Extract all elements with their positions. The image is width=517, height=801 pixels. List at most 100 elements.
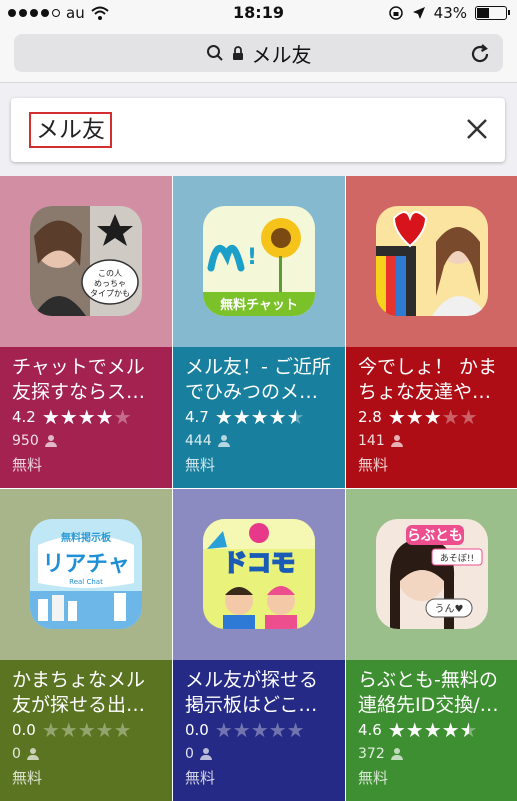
app-tile-header: ドコモ (173, 489, 345, 660)
app-info: チャットでメル友探すならス… 4.2 ★ ★ ★ ★ ★ 950 無料 (0, 347, 172, 488)
star-icon: ★ (214, 405, 233, 429)
star-icon: ★ (423, 718, 442, 742)
app-tile[interactable]: 無料掲示板 リアチャ Real Chat かまちょなメル友が探せる出… 0.0 … (0, 489, 172, 801)
app-icon: ! 無料チャット (203, 206, 315, 316)
app-price: 無料 (12, 456, 43, 474)
star-icon: ★ (214, 718, 233, 742)
app-tile-header (346, 176, 517, 347)
app-price: 無料 (185, 456, 216, 474)
app-title[interactable]: 今でしょ！ かまちょな友達や… (358, 355, 508, 405)
app-icon: らぶとも あそぼ!! うん♥ (376, 519, 488, 629)
app-tile[interactable]: ! 無料チャット メル友！- ご近所でひみつのメ… 4.7 ★ ★ ★ ★ ★ 444 … (173, 176, 345, 488)
location-icon (412, 7, 425, 19)
svg-text:めっちゃ: めっちゃ (94, 279, 126, 288)
app-tile-header: ! 無料チャット (173, 176, 345, 347)
app-tile-header: この人 めっちゃ タイプかも (0, 176, 172, 347)
review-count: 444 (185, 433, 212, 449)
star-icon: ★ (459, 405, 478, 429)
star-icon: ★ (423, 405, 442, 429)
app-tile[interactable]: 今でしょ！ かまちょな友達や… 2.8 ★ ★ ★ ★ ★ 141 無料 (346, 176, 517, 488)
person-icon (390, 435, 403, 447)
app-rating: 4.6 (358, 721, 382, 739)
app-rating: 0.0 (185, 721, 209, 739)
app-info: メル友が探せる掲示板はどこ… 0.0 ★ ★ ★ ★ ★ 0 無料 (173, 660, 345, 801)
app-info: らぶとも-無料の連絡先ID交換/… 4.6 ★ ★ ★ ★ ★ 372 無料 (346, 660, 517, 801)
svg-text:!: ! (247, 245, 257, 270)
app-price: 無料 (358, 456, 389, 474)
app-info: 今でしょ！ かまちょな友達や… 2.8 ★ ★ ★ ★ ★ 141 無料 (346, 347, 517, 488)
app-tile[interactable]: この人 めっちゃ タイプかも チャットでメル友探すならス… 4.2 ★ ★ ★ ★ ★ … (0, 176, 172, 488)
rating-stars: ★ ★ ★ ★ ★ (42, 720, 132, 740)
search-query[interactable]: メル友 (29, 112, 112, 148)
grid-divider (0, 488, 517, 489)
star-icon: ★ (59, 718, 78, 742)
app-info: メル友！- ご近所でひみつのメ… 4.7 ★ ★ ★ ★ ★ 444 無料 (173, 347, 345, 488)
app-tile-header: 無料掲示板 リアチャ Real Chat (0, 489, 172, 660)
battery-percent: 43% (433, 4, 467, 22)
app-title[interactable]: チャットでメル友探すならス… (12, 355, 162, 405)
search-icon (206, 45, 223, 61)
rotation-lock-icon (388, 6, 403, 20)
app-tile[interactable]: らぶとも あそぼ!! うん♥ らぶとも-無料の連絡先ID交換/… 4.6 ★ ★ ★… (346, 489, 517, 801)
address-bar[interactable]: メル友 (14, 34, 503, 72)
search-box[interactable]: メル友 (11, 98, 505, 162)
svg-text:無料掲示板: 無料掲示板 (61, 531, 112, 544)
rating-stars: ★ ★ ★ ★ ★ (215, 720, 305, 740)
review-count: 141 (358, 433, 385, 449)
star-icon: ★ (232, 718, 251, 742)
star-icon: ★ (41, 718, 60, 742)
star-icon: ★ (113, 405, 132, 429)
app-price: 無料 (358, 769, 389, 787)
app-icon (376, 206, 488, 316)
svg-text:リアチャ: リアチャ (42, 552, 129, 577)
lock-icon (232, 45, 243, 60)
star-icon: ★ (441, 405, 460, 429)
star-icon: ★ (77, 405, 96, 429)
star-icon: ★ (59, 405, 78, 429)
app-grid: この人 めっちゃ タイプかも チャットでメル友探すならス… 4.2 ★ ★ ★ ★ ★ … (0, 176, 517, 801)
star-icon: ★ (286, 718, 305, 742)
app-title[interactable]: メル友が探せる掲示板はどこ… (185, 668, 335, 718)
person-icon (199, 748, 212, 760)
svg-text:Real Chat: Real Chat (69, 578, 103, 586)
app-rating: 0.0 (12, 721, 36, 739)
star-icon: ★ (268, 405, 287, 429)
svg-text:あそぼ!!: あそぼ!! (440, 553, 474, 564)
app-title[interactable]: らぶとも-無料の連絡先ID交換/… (358, 668, 508, 718)
rating-stars: ★ ★ ★ ★ ★ (388, 407, 478, 427)
app-icon: 無料掲示板 リアチャ Real Chat (30, 519, 142, 629)
svg-text:らぶとも: らぶとも (407, 528, 463, 544)
rating-stars: ★ ★ ★ ★ ★ (388, 720, 478, 740)
app-price: 無料 (12, 769, 43, 787)
svg-text:この人: この人 (98, 269, 122, 278)
svg-text:うん♥: うん♥ (435, 603, 464, 615)
review-count: 950 (12, 433, 39, 449)
star-icon: ★ (441, 718, 460, 742)
star-icon: ★ (250, 405, 269, 429)
app-icon: ドコモ (203, 519, 315, 629)
rating-stars: ★ ★ ★ ★ ★ (42, 407, 132, 427)
star-icon: ★ (405, 405, 424, 429)
app-icon: この人 めっちゃ タイプかも (30, 206, 142, 316)
star-icon: ★ (77, 718, 96, 742)
star-icon: ★ (95, 718, 114, 742)
rating-stars: ★ ★ ★ ★ ★ (215, 407, 305, 427)
star-icon: ★ (387, 718, 406, 742)
person-icon (26, 748, 39, 760)
svg-text:タイプかも: タイプかも (90, 289, 130, 298)
svg-text:ドコモ: ドコモ (223, 549, 295, 577)
star-icon: ★ (268, 718, 287, 742)
app-tile[interactable]: ドコモ メル友が探せる掲示板はどこ… 0.0 ★ ★ ★ ★ ★ 0 無料 (173, 489, 345, 801)
app-price: 無料 (185, 769, 216, 787)
status-bar: au 18:19 43% (0, 0, 517, 26)
reload-icon[interactable] (467, 41, 493, 67)
star-icon: ★ (250, 718, 269, 742)
person-icon (217, 435, 230, 447)
app-title[interactable]: かまちょなメル友が探せる出… (12, 668, 162, 718)
app-rating: 2.8 (358, 408, 382, 426)
app-title[interactable]: メル友！- ご近所でひみつのメ… (185, 355, 335, 405)
star-icon: ★ (95, 405, 114, 429)
close-icon[interactable] (465, 117, 489, 141)
app-rating: 4.7 (185, 408, 209, 426)
app-info: かまちょなメル友が探せる出… 0.0 ★ ★ ★ ★ ★ 0 無料 (0, 660, 172, 801)
